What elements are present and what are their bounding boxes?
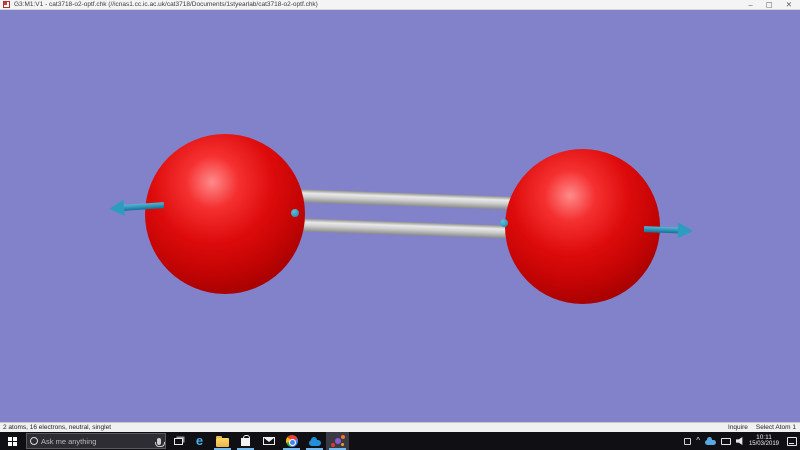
- task-view-button[interactable]: [168, 432, 188, 450]
- shopping-bag-icon: [241, 438, 250, 446]
- windows-taskbar: e: [0, 432, 800, 450]
- oxygen-atom-left[interactable]: [145, 134, 305, 294]
- window-controls: – ▢ ✕: [748, 0, 800, 10]
- status-right-group: Inquire Select Atom 1: [728, 424, 800, 431]
- tray-app-icon[interactable]: [684, 438, 691, 445]
- oxygen-atom-right[interactable]: [505, 149, 660, 304]
- molecule-summary: 2 atoms, 16 electrons, neutral, singlet: [0, 424, 111, 431]
- chrome-icon: [286, 435, 298, 447]
- cloud-icon: [309, 440, 321, 446]
- show-hidden-icons-button[interactable]: ^: [696, 437, 700, 445]
- arrow-head-icon: [678, 222, 694, 239]
- selection-hint: Select Atom 1: [756, 424, 796, 431]
- edge-icon: e: [196, 434, 203, 448]
- taskbar-item-onedrive[interactable]: [303, 432, 326, 450]
- status-bar: 2 atoms, 16 electrons, neutral, singlet …: [0, 422, 800, 432]
- volume-icon[interactable]: [736, 437, 744, 445]
- arrow-tail-dot-right: [500, 219, 508, 227]
- molecule-viewport[interactable]: [0, 10, 800, 422]
- displacement-arrow-right: [644, 221, 694, 239]
- window-title: G3:M1:V1 - cat3718-o2-optf.chk (//icnas1…: [14, 1, 318, 8]
- taskbar-item-mail[interactable]: [257, 432, 280, 450]
- action-center-icon[interactable]: [787, 437, 797, 446]
- pinned-apps: e: [188, 432, 349, 450]
- windows-logo-icon: [8, 437, 17, 446]
- system-tray: ^ 10:11 15/03/2019: [684, 432, 800, 450]
- taskbar-item-file-explorer[interactable]: [211, 432, 234, 450]
- arrow-head-icon: [109, 200, 125, 217]
- arrow-tail-dot-left: [291, 209, 299, 217]
- onedrive-tray-icon[interactable]: [705, 440, 716, 445]
- network-icon[interactable]: [721, 438, 731, 445]
- task-view-icon: [174, 438, 183, 445]
- molecule-app-icon: [331, 435, 345, 447]
- restore-button[interactable]: ▢: [766, 0, 773, 10]
- taskbar-item-gaussview-active[interactable]: [326, 432, 349, 450]
- taskbar-item-store[interactable]: [234, 432, 257, 450]
- window-titlebar: G3:M1:V1 - cat3718-o2-optf.chk (//icnas1…: [0, 0, 800, 10]
- start-button[interactable]: [0, 432, 24, 450]
- envelope-icon: [263, 437, 275, 445]
- microphone-icon[interactable]: [157, 438, 161, 445]
- clock-time: 10:11: [756, 434, 772, 441]
- taskbar-clock[interactable]: 10:11 15/03/2019: [749, 434, 779, 448]
- close-button[interactable]: ✕: [786, 0, 792, 10]
- minimize-button[interactable]: –: [748, 0, 752, 10]
- screen: G3:M1:V1 - cat3718-o2-optf.chk (//icnas1…: [0, 0, 800, 450]
- arrow-shaft: [124, 202, 164, 211]
- gaussview-document-icon: [3, 1, 10, 8]
- clock-date: 15/03/2019: [749, 441, 779, 448]
- arrow-shaft: [644, 226, 678, 233]
- search-input[interactable]: [41, 437, 154, 446]
- mode-indicator: Inquire: [728, 424, 748, 431]
- cortana-search-box[interactable]: [26, 433, 166, 449]
- cortana-icon: [30, 437, 38, 445]
- folder-icon: [216, 438, 229, 447]
- taskbar-item-edge[interactable]: e: [188, 432, 211, 450]
- taskbar-item-chrome[interactable]: [280, 432, 303, 450]
